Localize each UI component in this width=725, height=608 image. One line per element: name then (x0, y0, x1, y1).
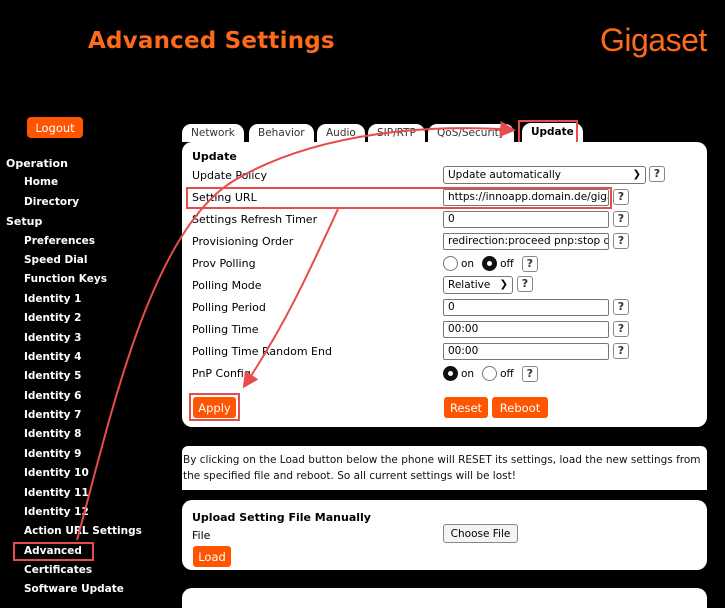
tab-network[interactable]: Network (182, 124, 244, 142)
load-warning-text: By clicking on the Load button below the… (182, 446, 707, 490)
pnp-config-off-radio[interactable] (482, 366, 498, 381)
prov-polling-radio-group: on off ? (443, 255, 538, 272)
polling-mode-label: Polling Mode (192, 279, 262, 292)
help-icon[interactable]: ? (521, 255, 538, 272)
sidebar-item-identity-4[interactable]: Identity 4 (0, 348, 175, 367)
help-icon[interactable]: ? (613, 233, 629, 249)
chevron-down-icon: ❯ (499, 279, 508, 290)
update-settings-panel: Update Update Policy Update automaticall… (182, 142, 707, 427)
polling-time-label: Polling Time (192, 323, 259, 336)
help-icon[interactable]: ? (517, 276, 533, 292)
next-panel (182, 588, 707, 608)
prov-polling-on-radio[interactable] (443, 256, 458, 271)
settings-refresh-timer-label: Settings Refresh Timer (192, 213, 318, 226)
reboot-button[interactable]: Reboot (492, 397, 548, 418)
help-icon[interactable]: ? (613, 343, 629, 359)
pnp-config-off-label: off (500, 367, 514, 380)
update-heading: Update (192, 150, 237, 163)
help-icon[interactable]: ? (613, 211, 629, 227)
sidebar-item-action-url-settings[interactable]: Action URL Settings (0, 522, 175, 541)
gigaset-logo: Gigaset (600, 22, 707, 58)
sidebar-item-identity-9[interactable]: Identity 9 (0, 445, 175, 464)
polling-period-input[interactable]: 0 (443, 299, 609, 316)
sidebar-item-identity-7[interactable]: Identity 7 (0, 406, 175, 425)
pnp-config-radio-group: on off ? (443, 365, 538, 382)
polling-time-random-end-label: Polling Time Random End (192, 345, 332, 358)
setting-url-input[interactable]: https://innoapp.domain.de/giga (443, 189, 609, 206)
sidebar-item-directory[interactable]: Directory (0, 193, 175, 212)
load-button[interactable]: Load (193, 546, 231, 567)
sidebar-item-identity-11[interactable]: Identity 11 (0, 484, 175, 503)
help-icon[interactable]: ? (613, 189, 629, 205)
polling-time-input[interactable]: 00:00 (443, 321, 609, 338)
sidebar-item-identity-2[interactable]: Identity 2 (0, 309, 175, 328)
update-policy-select[interactable]: Update automatically ❯ (443, 166, 646, 184)
prov-polling-on-label: on (461, 257, 475, 270)
update-policy-label: Update Policy (192, 169, 267, 182)
sidebar-nav: Operation Home Directory Setup Preferenc… (0, 154, 175, 600)
sidebar-section-operation: Operation (6, 157, 68, 170)
sidebar-item-advanced[interactable]: Advanced (13, 541, 94, 561)
upload-heading: Upload Setting File Manually (192, 511, 371, 524)
sidebar-item-speed-dial[interactable]: Speed Dial (0, 251, 175, 270)
chevron-down-icon: ❯ (632, 169, 641, 180)
sidebar-item-identity-12[interactable]: Identity 12 (0, 503, 175, 522)
tab-sip-rtp[interactable]: SIP/RTP (368, 124, 425, 142)
choose-file-button[interactable]: Choose File (443, 524, 518, 543)
sidebar-section-setup: Setup (6, 215, 43, 229)
sidebar-item-home[interactable]: Home (0, 173, 175, 192)
pnp-config-on-radio[interactable] (443, 366, 458, 381)
prov-polling-label: Prov Polling (192, 257, 256, 270)
sidebar-item-certificates[interactable]: Certificates (0, 561, 175, 580)
reset-button[interactable]: Reset (444, 397, 488, 418)
file-label: File (192, 529, 211, 542)
sidebar-item-identity-6[interactable]: Identity 6 (0, 387, 175, 406)
sidebar-item-identity-10[interactable]: Identity 10 (0, 464, 175, 483)
logout-button[interactable]: Logout (27, 117, 83, 138)
sidebar-item-identity-8[interactable]: Identity 8 (0, 425, 175, 444)
help-icon[interactable]: ? (521, 365, 538, 382)
sidebar-item-identity-5[interactable]: Identity 5 (0, 367, 175, 386)
polling-period-label: Polling Period (192, 301, 266, 314)
update-policy-value: Update automatically (448, 169, 561, 181)
sidebar-item-function-keys[interactable]: Function Keys (0, 270, 175, 289)
tab-behavior[interactable]: Behavior (249, 124, 314, 142)
sidebar-item-identity-3[interactable]: Identity 3 (0, 329, 175, 348)
sidebar-item-software-update[interactable]: Software Update (0, 580, 175, 599)
pnp-config-label: PnP Config (192, 367, 251, 380)
help-icon[interactable]: ? (613, 299, 629, 315)
setting-url-label: Setting URL (192, 191, 257, 204)
upload-settings-panel: Upload Setting File Manually File Choose… (182, 500, 707, 570)
apply-button[interactable]: Apply (193, 397, 236, 418)
page-title: Advanced Settings (88, 28, 335, 54)
polling-mode-value: Relative (448, 279, 491, 291)
help-icon[interactable]: ? (613, 321, 629, 337)
tab-qos-security[interactable]: QoS/Security (428, 124, 515, 142)
sidebar-item-identity-1[interactable]: Identity 1 (0, 290, 175, 309)
polling-time-random-end-input[interactable]: 00:00 (443, 343, 609, 360)
sidebar-item-preferences[interactable]: Preferences (0, 232, 175, 251)
settings-refresh-timer-input[interactable]: 0 (443, 211, 609, 228)
tab-audio[interactable]: Audio (317, 124, 365, 142)
help-icon[interactable]: ? (649, 166, 665, 182)
provisioning-order-label: Provisioning Order (192, 235, 294, 248)
pnp-config-on-label: on (461, 367, 475, 380)
polling-mode-select[interactable]: Relative ❯ (443, 276, 513, 294)
prov-polling-off-radio[interactable] (482, 256, 498, 271)
provisioning-order-input[interactable]: redirection:proceed pnp:stop dl (443, 233, 609, 250)
prov-polling-off-label: off (500, 257, 514, 270)
